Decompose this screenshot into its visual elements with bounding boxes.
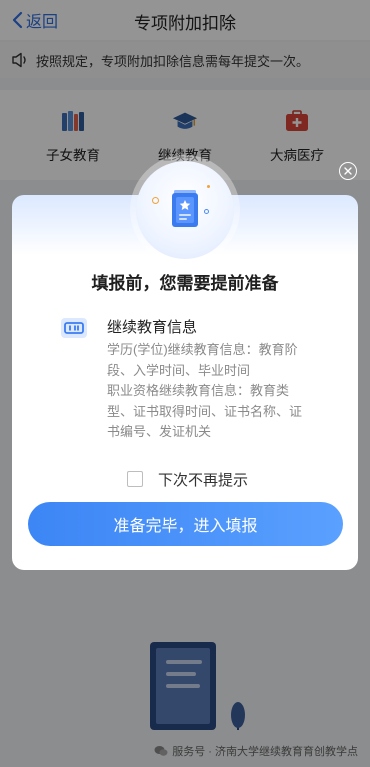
close-button[interactable]	[339, 162, 357, 180]
info-line-qualification: 职业资格继续教育信息：教育类型、证书取得时间、证书名称、证书编号、发证机关	[107, 383, 303, 439]
decor-dot-blue	[204, 209, 209, 214]
id-card-icon	[61, 318, 87, 338]
close-icon	[344, 167, 352, 175]
confirm-button[interactable]: 准备完毕，进入填报	[28, 502, 343, 546]
info-line-degree: 学历(学位)继续教育信息：教育阶段、入学时间、毕业时间	[107, 342, 298, 378]
decor-dot-orange	[152, 197, 159, 204]
info-description: 学历(学位)继续教育信息：教育阶段、入学时间、毕业时间 职业资格继续教育信息：教…	[107, 340, 302, 443]
checkbox-label: 下次不再提示	[158, 471, 249, 489]
certificate-icon	[172, 190, 198, 227]
info-title: 继续教育信息	[107, 319, 198, 336]
dialog-title: 填报前，您需要提前准备	[91, 274, 279, 293]
dont-show-again-checkbox[interactable]	[127, 471, 143, 487]
dont-show-again-toggle[interactable]: 下次不再提示	[127, 469, 248, 489]
decor-dot-small	[207, 185, 210, 188]
